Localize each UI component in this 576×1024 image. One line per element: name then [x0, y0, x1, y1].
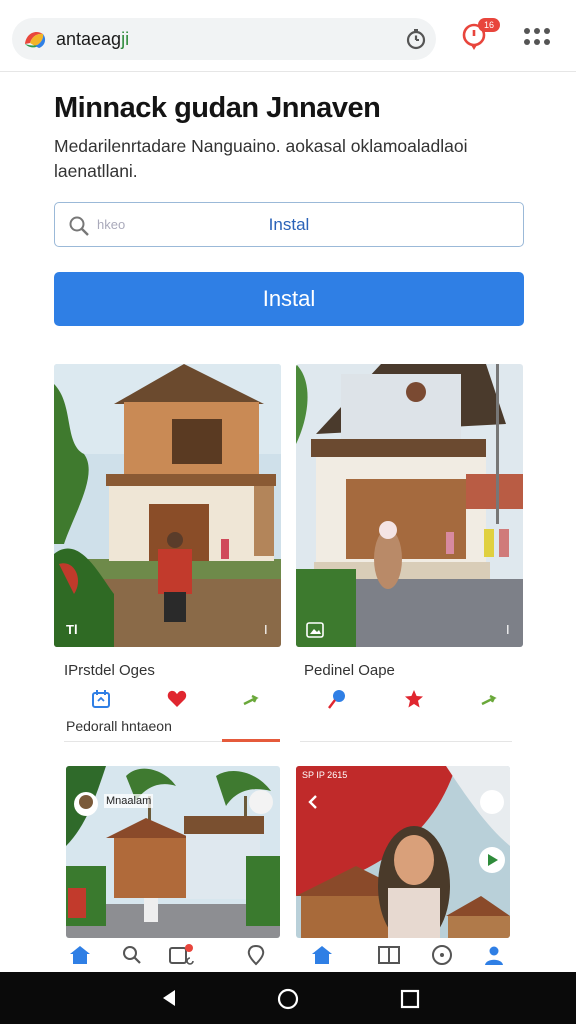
- system-navigation-bar: [0, 972, 576, 1024]
- site-name: antaeagji: [56, 28, 130, 49]
- card-title: IPrstdel Oges: [64, 662, 155, 679]
- card-title: Pedinel Oape: [304, 662, 395, 679]
- home-icon[interactable]: [68, 944, 92, 966]
- logo-icon: [25, 32, 46, 48]
- search-icon[interactable]: [120, 944, 144, 966]
- timer-icon[interactable]: [404, 27, 428, 51]
- share-icon[interactable]: [240, 690, 262, 712]
- resort-photo: [66, 766, 280, 938]
- chat-icon[interactable]: [430, 944, 454, 966]
- card-caption: Pedorall hntaeon: [66, 718, 172, 734]
- search-input[interactable]: hkeo Instal: [54, 202, 524, 247]
- heart-icon[interactable]: [166, 688, 188, 710]
- search-value: Instal: [268, 215, 310, 234]
- install-button[interactable]: Instal: [54, 272, 524, 326]
- card-image-portrait[interactable]: SP IP 2615: [296, 766, 510, 938]
- calendar-icon[interactable]: [90, 688, 112, 710]
- card-overlay-right: I: [506, 622, 510, 637]
- home-icon[interactable]: [310, 944, 334, 966]
- page-description: Medarilenrtadare Nanguaino. aokasal okla…: [54, 136, 468, 181]
- book-icon[interactable]: [377, 944, 401, 966]
- top-bar: antaeagji 16: [0, 0, 576, 72]
- active-underline: [222, 739, 280, 742]
- location-icon[interactable]: [244, 944, 268, 966]
- pin-icon[interactable]: [326, 688, 348, 710]
- village-photo: [296, 364, 523, 647]
- status-text: SP IP 2615: [302, 770, 348, 780]
- house-photo: [54, 364, 281, 647]
- card-overlay-right: I: [264, 622, 268, 637]
- recents-icon[interactable]: [400, 989, 420, 1009]
- home-circle-icon[interactable]: [277, 988, 299, 1010]
- divider: [300, 741, 512, 742]
- card-overlay-text: Mnaalam: [104, 794, 154, 808]
- card-image-traditional-house[interactable]: Tl I: [54, 364, 281, 647]
- portrait-photo: [296, 766, 510, 938]
- address-bar[interactable]: antaeagji: [12, 18, 436, 60]
- menu-icon[interactable]: [522, 26, 552, 48]
- notification-badge: 16: [478, 18, 500, 32]
- star-icon[interactable]: [403, 688, 425, 710]
- back-icon[interactable]: [160, 988, 180, 1008]
- page-title: Minnack gudan Jnnaven: [54, 92, 381, 124]
- profile-icon[interactable]: [482, 944, 506, 966]
- calendar-icon[interactable]: [168, 944, 198, 966]
- share-icon[interactable]: [478, 690, 500, 712]
- card-overlay-left: Tl: [66, 622, 78, 637]
- gallery-icon: [306, 622, 324, 638]
- card-image-village-house[interactable]: I: [296, 364, 523, 647]
- card-image-resort[interactable]: Mnaalam: [66, 766, 280, 938]
